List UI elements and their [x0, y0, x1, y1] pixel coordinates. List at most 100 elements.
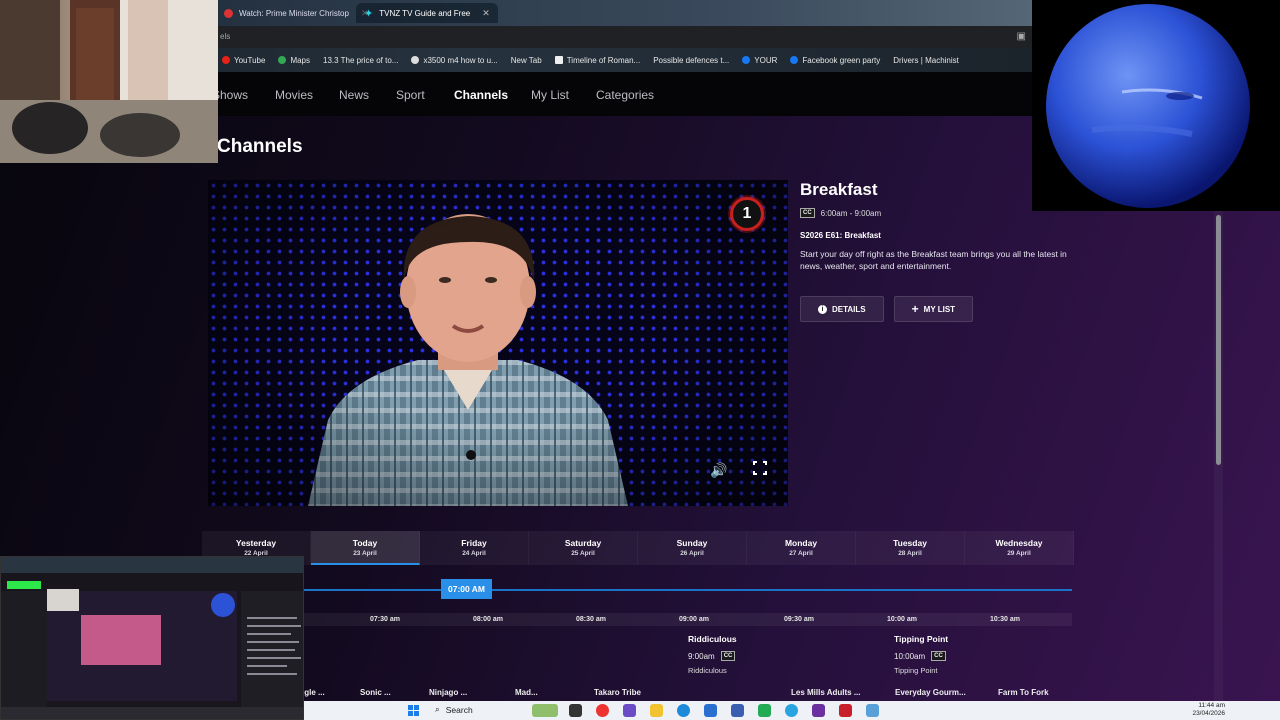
bookmark-label: Timeline of Roman...	[566, 55, 641, 65]
webcam-image	[0, 0, 218, 163]
task-view-icon[interactable]	[569, 704, 582, 717]
screen: Watch: Prime Minister Christop ✕ ✦ TVNZ …	[0, 0, 1280, 720]
programme-cell[interactable]: Farm To Fork	[998, 688, 1049, 697]
bookmark-price[interactable]: 13.3 The price of to...	[323, 56, 398, 65]
programme-cell[interactable]: Sonic ...	[360, 688, 391, 697]
volume-icon[interactable]: 🔊	[710, 462, 727, 479]
webcam-overlay	[0, 0, 218, 163]
info-icon: i	[818, 304, 827, 314]
nav-my-list[interactable]: My List	[531, 88, 569, 102]
extension-icon[interactable]: ▣	[1017, 31, 1026, 42]
outlook-icon[interactable]	[704, 704, 717, 717]
day-name: Tuesday	[893, 538, 927, 548]
neptune-image	[1046, 4, 1250, 208]
time-header: 07:30 am 08:00 am 08:30 am 09:00 am 09:3…	[304, 613, 1072, 626]
time-label: 07:30 am	[370, 616, 400, 623]
fullscreen-icon[interactable]	[752, 460, 768, 476]
programme-card-riddiculous[interactable]: Riddiculous 9:00am CC Riddiculous	[688, 634, 737, 675]
programme-meta: CC 6:00am - 9:00am	[800, 208, 1070, 218]
nav-movies[interactable]: Movies	[275, 88, 313, 102]
day-tab-saturday[interactable]: Saturday 25 April	[529, 531, 638, 565]
bookmark-x3500[interactable]: x3500 m4 how to u...	[411, 56, 498, 65]
guide-grid: Riddiculous 9:00am CC Riddiculous Tipping…	[304, 626, 1072, 678]
cc-badge: CC	[931, 651, 946, 661]
google-icon	[411, 56, 420, 64]
bookmark-drivers[interactable]: Drivers | Machinist	[893, 56, 959, 65]
bookmark-new-tab[interactable]: New Tab	[511, 56, 542, 65]
programme-cell[interactable]: Mad...	[515, 688, 538, 697]
bookmark-label: New Tab	[510, 55, 542, 65]
bookmark-facebook-green[interactable]: Facebook green party	[790, 56, 880, 65]
nav-sport[interactable]: Sport	[396, 88, 425, 102]
bookmark-timeline[interactable]: Timeline of Roman...	[554, 55, 641, 65]
tab-tvnz-guide[interactable]: ✦ TVNZ TV Guide and Free ✕	[356, 3, 498, 23]
day-tab-monday[interactable]: Monday 27 April	[747, 531, 856, 565]
my-list-button[interactable]: + MY LIST	[893, 296, 974, 322]
news-site-icon	[224, 8, 233, 18]
programme-cell[interactable]: Everyday Gourm...	[895, 688, 966, 697]
time-label: 08:30 am	[576, 616, 606, 623]
cc-badge: CC	[800, 208, 815, 218]
screen-preview-image	[1, 557, 303, 719]
day-tab-sunday[interactable]: Sunday 26 April	[638, 531, 747, 565]
programme-description: Start your day off right as the Breakfas…	[800, 249, 1067, 271]
app-icon[interactable]	[812, 704, 825, 717]
programme-info: Breakfast CC 6:00am - 9:00am S2026 E61: …	[800, 180, 1070, 322]
app-icon[interactable]	[623, 704, 636, 717]
app-icon[interactable]	[839, 704, 852, 717]
details-button[interactable]: i DETAILS	[800, 296, 884, 322]
bookmark-label: YOUR	[754, 55, 778, 65]
search-icon: ⌕	[435, 704, 440, 714]
chrome-icon[interactable]	[596, 704, 609, 717]
bookmark-label: YouTube	[234, 55, 266, 65]
windows-taskbar: ⌕ Search 11:44 am 23/04/2026	[304, 701, 1280, 720]
programme-cell[interactable]: Ninjago ...	[429, 688, 467, 697]
screen-preview-overlay	[0, 556, 304, 720]
card-subtitle: Tipping Point	[894, 666, 938, 675]
video-vignette	[208, 180, 788, 506]
programme-cell[interactable]: Takaro Tribe	[594, 688, 641, 697]
bookmark-maps[interactable]: Maps	[278, 56, 310, 65]
nav-categories[interactable]: Categories	[596, 88, 654, 102]
bookmark-defences[interactable]: Possible defences t...	[653, 56, 729, 65]
day-date: 29 April	[1007, 550, 1031, 557]
card-title: Tipping Point	[894, 634, 949, 644]
day-tab-today[interactable]: Today 23 April	[311, 531, 420, 565]
tab-watch-prime-minister[interactable]: Watch: Prime Minister Christop ✕	[216, 3, 377, 23]
widgets-icon[interactable]	[532, 704, 558, 717]
search-label: Search	[445, 704, 473, 715]
nav-channels[interactable]: Channels	[454, 88, 508, 102]
calendar-icon[interactable]	[731, 704, 744, 717]
app-icon[interactable]	[758, 704, 771, 717]
programme-title: Breakfast	[800, 180, 878, 199]
now-timeline	[304, 589, 1072, 591]
time-label: 08:00 am	[473, 616, 503, 623]
card-title: Riddiculous	[688, 634, 737, 644]
page-scrollbar[interactable]	[1214, 211, 1223, 701]
taskbar-clock[interactable]: 11:44 am 23/04/2026	[1192, 702, 1225, 718]
wikipedia-icon	[554, 56, 563, 64]
nav-news[interactable]: News	[339, 88, 369, 102]
edge-icon[interactable]	[677, 704, 690, 717]
programme-actions: i DETAILS + MY LIST	[800, 296, 1070, 322]
file-explorer-icon[interactable]	[650, 704, 663, 717]
telegram-icon[interactable]	[785, 704, 798, 717]
video-player[interactable]: 1 🔊	[208, 180, 788, 506]
programme-card-tipping-point[interactable]: Tipping Point 10:00am CC Tipping Point	[894, 634, 948, 675]
youtube-icon	[222, 56, 230, 64]
scrollbar-thumb[interactable]	[1216, 215, 1221, 465]
taskbar-search[interactable]: ⌕ Search	[435, 704, 473, 715]
tab-label: Watch: Prime Minister Christop	[239, 8, 349, 18]
bookmark-your[interactable]: YOUR	[742, 56, 777, 65]
day-tab-tuesday[interactable]: Tuesday 28 April	[856, 531, 965, 565]
app-icon[interactable]	[866, 704, 879, 717]
bookmark-youtube[interactable]: YouTube	[222, 56, 265, 65]
day-date: 28 April	[898, 550, 922, 557]
close-icon[interactable]: ✕	[482, 8, 490, 19]
clock-time: 11:44 am	[1198, 702, 1225, 709]
windows-start-icon[interactable]	[408, 705, 420, 717]
day-tab-wednesday[interactable]: Wednesday 29 April	[965, 531, 1074, 565]
page-title: Channels	[217, 136, 303, 157]
programme-cell[interactable]: Les Mills Adults ...	[791, 688, 861, 697]
day-tab-friday[interactable]: Friday 24 April	[420, 531, 529, 565]
